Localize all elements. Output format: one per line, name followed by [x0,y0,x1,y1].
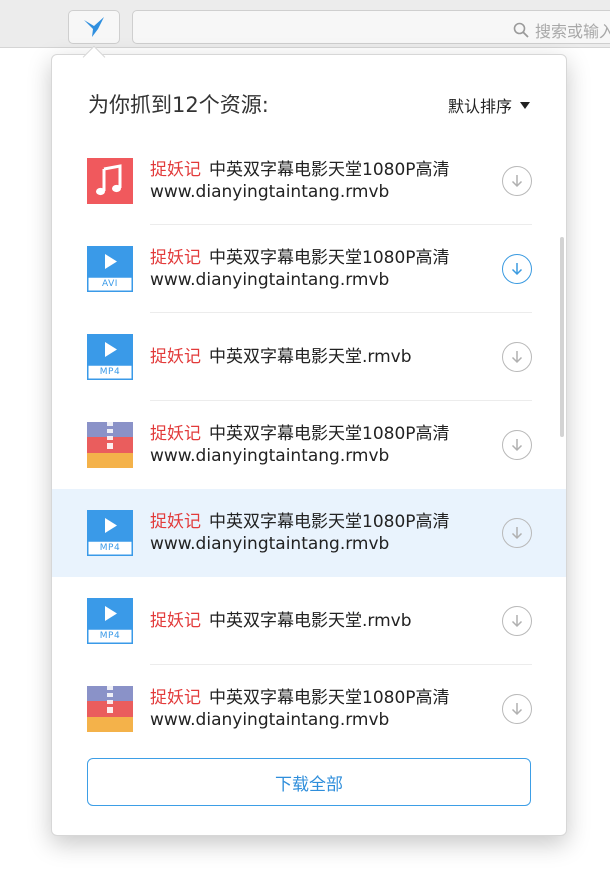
download-arrow-icon [511,263,523,276]
download-arrow-icon [511,439,523,452]
sort-dropdown[interactable]: 默认排序 [448,93,530,117]
download-arrow-icon [511,527,523,540]
keyword-highlight: 捉妖记 [150,248,201,268]
search-placeholder: 搜索或输入 [535,22,610,41]
resource-title: 中英双字幕电影天堂.rmvb [209,347,412,367]
download-button[interactable] [502,430,532,460]
resource-title: 中英双字幕电影天堂.rmvb [209,611,412,631]
resource-title: 中英双字幕电影天堂1080P高清 [209,512,450,532]
resource-popover: 为你抓到12个资源: 默认排序 捉妖记 中英双字幕电影天堂1080P高清 www.d… [51,54,567,836]
download-arrow-icon [511,175,523,188]
file-type-badge: MP4 [99,367,121,377]
download-button[interactable] [502,166,532,196]
keyword-highlight: 捉妖记 [150,424,201,444]
resource-row[interactable]: MP4 捉妖记 中英双字幕电影天堂1080P高清 www.dianyingtainta… [52,489,566,577]
file-type-badge: AVI [102,279,118,289]
resource-title: 中英双字幕电影天堂1080P高清 [209,424,450,444]
music-file-icon [87,158,133,204]
resource-subtitle: www.dianyingtaintang.rmvb [150,534,390,554]
video-file-icon: MP4 [87,510,133,556]
bird-icon [84,17,104,37]
resource-subtitle: www.dianyingtaintang.rmvb [150,182,390,202]
archive-file-icon [87,686,133,732]
resource-row[interactable]: AVI 捉妖记 中英双字幕电影天堂1080P高清 www.dianyingtainta… [52,225,566,313]
resource-row[interactable]: MP4 捉妖记 中英双字幕电影天堂.rmvb [52,577,566,665]
resource-title: 中英双字幕电影天堂1080P高清 [209,160,450,180]
keyword-highlight: 捉妖记 [150,688,201,708]
resource-title: 中英双字幕电影天堂1080P高清 [209,688,450,708]
resource-title: 中英双字幕电影天堂1080P高清 [209,248,450,268]
resource-title-line: 捉妖记 中英双字幕电影天堂.rmvb [150,346,486,368]
download-button[interactable] [502,254,532,284]
resource-row[interactable]: MP4 捉妖记 中英双字幕电影天堂.rmvb [52,313,566,401]
resource-title-line: 捉妖记 中英双字幕电影天堂1080P高清 [150,687,486,709]
extension-button[interactable] [68,10,120,44]
download-arrow-icon [511,615,523,628]
video-file-icon: MP4 [87,598,133,644]
download-all-button[interactable]: 下载全部 [87,758,531,806]
resource-title-line: 捉妖记 中英双字幕电影天堂1080P高清 [150,511,486,533]
resource-list: 捉妖记 中英双字幕电影天堂1080P高清 www.dianyingtaintang.… [52,137,566,753]
download-arrow-icon [511,351,523,364]
browser-toolbar: 搜索或输入 [0,0,610,48]
file-type-badge: MP4 [99,543,121,553]
scrollbar[interactable] [560,237,564,437]
resource-row[interactable]: 捉妖记 中英双字幕电影天堂1080P高清 www.dianyingtaintang.… [52,401,566,489]
resource-name: 捉妖记 中英双字幕电影天堂1080P高清 www.dianyingtaintang.… [150,687,486,731]
popover-title: 为你抓到12个资源: [88,93,269,117]
archive-file-icon [87,422,133,468]
resource-row[interactable]: 捉妖记 中英双字幕电影天堂1080P高清 www.dianyingtaintang.… [52,665,566,753]
video-file-icon: AVI [87,246,133,292]
resource-name: 捉妖记 中英双字幕电影天堂1080P高清 www.dianyingtaintang.… [150,247,486,291]
resource-name: 捉妖记 中英双字幕电影天堂.rmvb [150,346,486,368]
resource-title-line: 捉妖记 中英双字幕电影天堂1080P高清 [150,247,486,269]
resource-subtitle: www.dianyingtaintang.rmvb [150,710,390,730]
search-input[interactable]: 搜索或输入 [132,10,610,44]
resource-name: 捉妖记 中英双字幕电影天堂1080P高清 www.dianyingtaintang.… [150,159,486,203]
resource-row[interactable]: 捉妖记 中英双字幕电影天堂1080P高清 www.dianyingtaintang.… [52,137,566,225]
resource-title-line: 捉妖记 中英双字幕电影天堂.rmvb [150,610,486,632]
resource-name: 捉妖记 中英双字幕电影天堂1080P高清 www.dianyingtaintang.… [150,511,486,555]
file-type-badge: MP4 [99,631,121,641]
download-button[interactable] [502,606,532,636]
download-button[interactable] [502,694,532,724]
resource-title-line: 捉妖记 中英双字幕电影天堂1080P高清 [150,423,486,445]
resource-title-line: 捉妖记 中英双字幕电影天堂1080P高清 [150,159,486,181]
resource-subtitle: www.dianyingtaintang.rmvb [150,270,390,290]
resource-subtitle: www.dianyingtaintang.rmvb [150,446,390,466]
video-file-icon: MP4 [87,334,133,380]
keyword-highlight: 捉妖记 [150,160,201,180]
resource-name: 捉妖记 中英双字幕电影天堂1080P高清 www.dianyingtaintang.… [150,423,486,467]
download-arrow-icon [511,703,523,716]
keyword-highlight: 捉妖记 [150,512,201,532]
keyword-highlight: 捉妖记 [150,347,201,367]
sort-label: 默认排序 [447,97,512,116]
resource-name: 捉妖记 中英双字幕电影天堂.rmvb [150,610,486,632]
download-button[interactable] [502,342,532,372]
keyword-highlight: 捉妖记 [150,611,201,631]
caret-down-icon [520,101,530,109]
search-icon [513,22,529,38]
download-button[interactable] [502,518,532,548]
